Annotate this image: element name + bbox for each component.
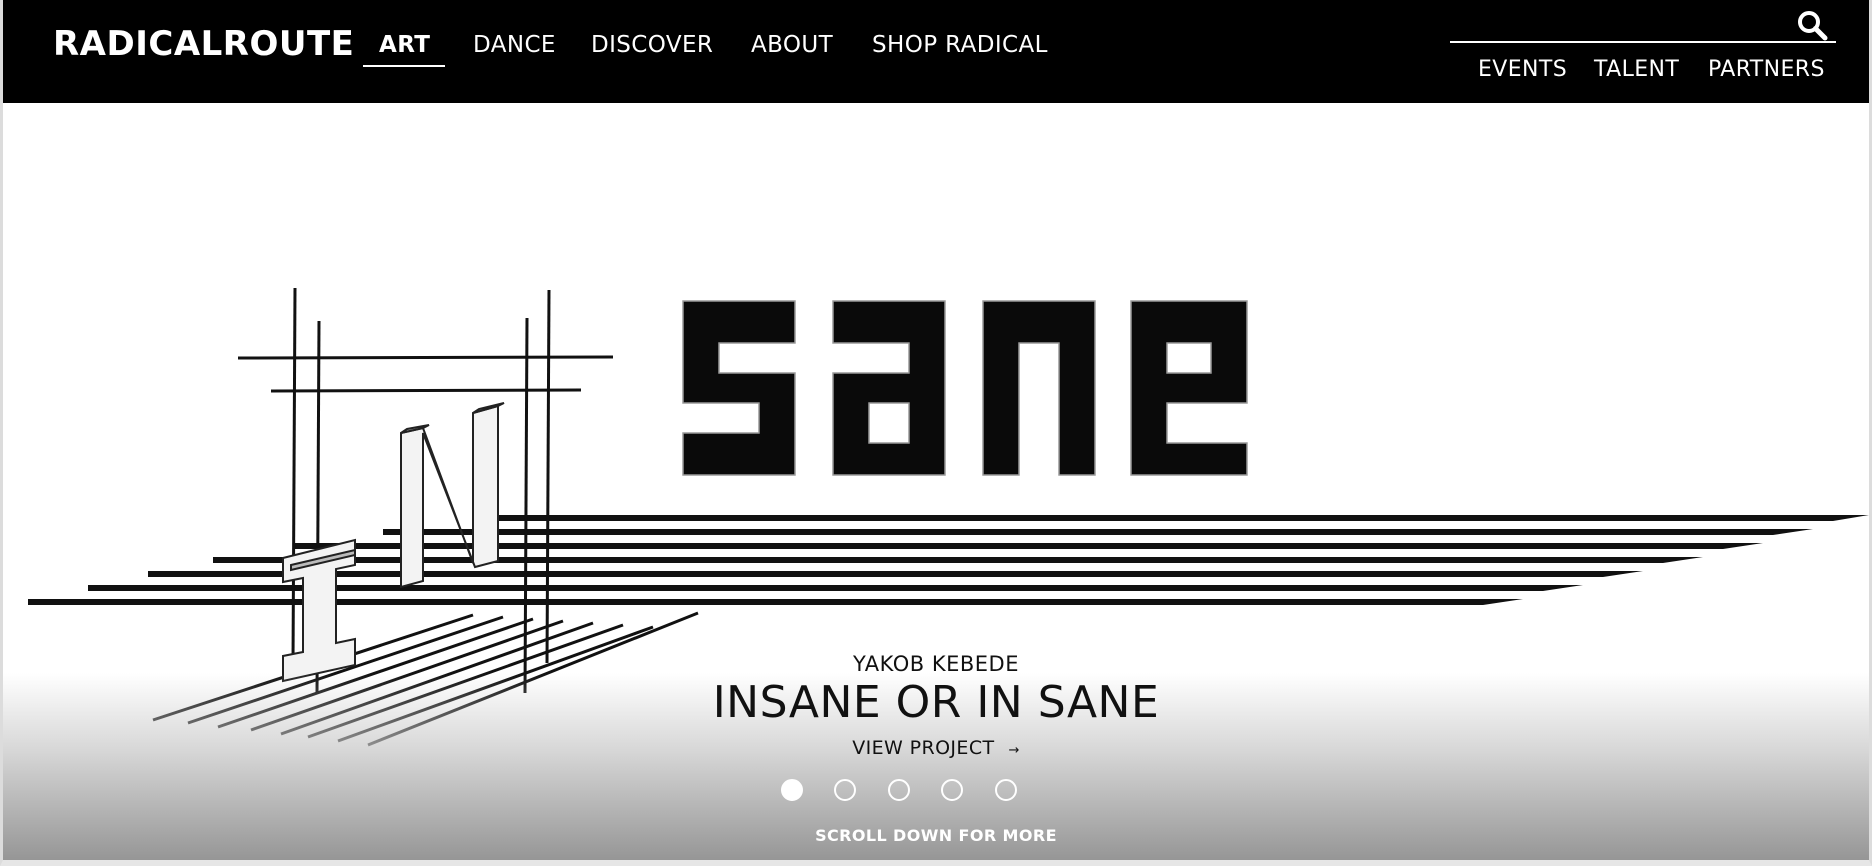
view-project-label[interactable]: VIEW PROJECT [852,737,994,759]
slide-dot-5[interactable] [995,779,1017,801]
artwork-scaffold [237,287,614,694]
nav-discover[interactable]: DISCOVER [591,32,713,58]
slide-dot-2[interactable] [834,779,856,801]
subnav-events[interactable]: EVENTS [1478,57,1567,82]
site-logo[interactable]: RADICALROUTE [53,24,354,64]
nav-dance[interactable]: DANCE [473,32,556,58]
nav-shop-radical[interactable]: SHOP RADICAL [872,32,1048,58]
slide-dot-4[interactable] [941,779,963,801]
arrow-right-icon[interactable]: → [1009,743,1020,758]
subnav-talent[interactable]: TALENT [1594,57,1679,82]
subnav-partners[interactable]: PARTNERS [1708,57,1825,82]
hero-project-title: INSANE OR IN SANE [712,677,1160,728]
view-project-link[interactable]: VIEW PROJECT → [3,737,1869,759]
scroll-down-hint[interactable]: SCROLL DOWN FOR MORE [3,826,1869,845]
slide-dot-1[interactable] [781,779,803,801]
nav-about[interactable]: ABOUT [751,32,833,58]
artwork-sane-letters [682,300,1248,476]
hero-slider: YAKOB KEBEDE INSANE OR IN SANE VIEW PROJ… [3,103,1869,860]
nav-art[interactable]: ART [379,32,430,58]
hero-artist-name: YAKOB KEBEDE [853,652,1019,676]
site-header: RADICALROUTE ART DANCE DISCOVER ABOUT SH… [3,0,1869,103]
slide-dot-3[interactable] [888,779,910,801]
nav-active-underline [363,65,445,67]
search-input[interactable] [1450,41,1836,43]
search-icon[interactable] [1796,9,1828,41]
